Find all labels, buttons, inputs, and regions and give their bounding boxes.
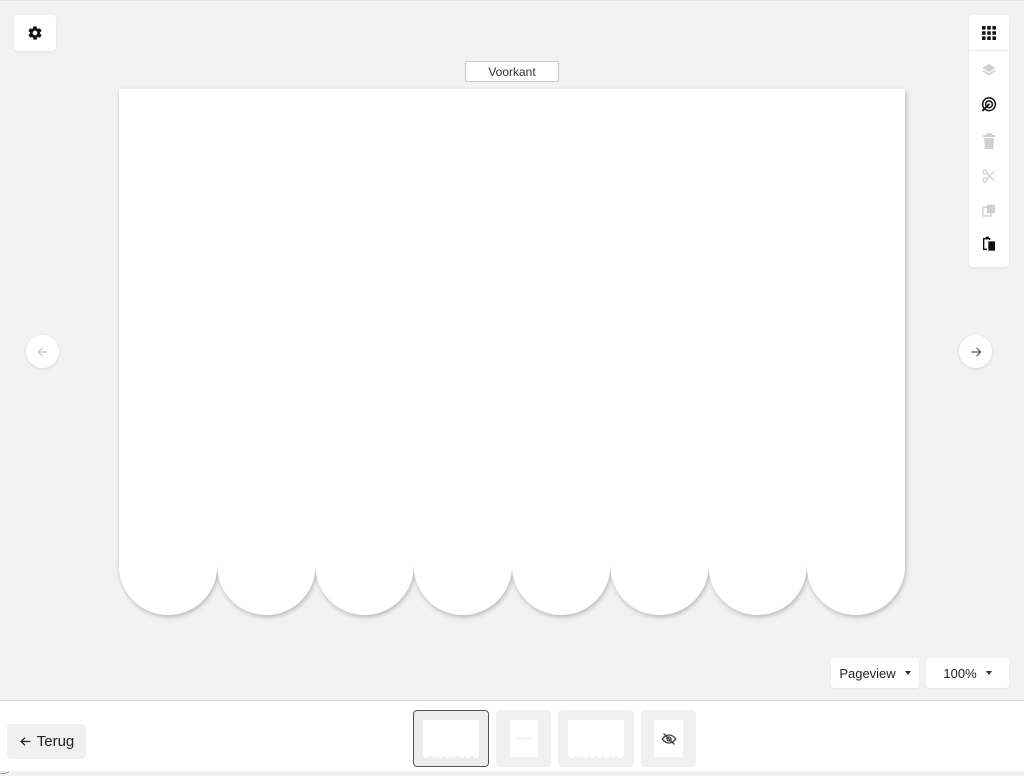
delete-tool-button[interactable] [969,124,1009,158]
copy-icon [982,204,995,217]
scallop-card-shape [119,89,905,615]
hidden-page-box [654,720,683,757]
paste-icon [983,236,995,251]
editor-workspace: Voorkant Pageview 100% [0,0,1024,700]
next-page-button[interactable] [959,335,992,368]
copy-tool-button[interactable] [969,193,1009,227]
page-thumbnail-2[interactable] [496,710,551,767]
back-label: Terug [36,733,75,750]
plain-card-thumbnail [509,720,538,757]
page-navigator-bar: Terug [0,700,1024,771]
zoom-dropdown[interactable]: 100% [926,658,1009,688]
arrow-left-icon [37,347,48,356]
toolbar-divider [969,50,1009,51]
eye-off-icon [661,732,676,745]
trash-icon [983,133,995,149]
pageview-label: Pageview [839,665,896,681]
zoom-label: 100% [943,665,977,681]
target-tool-button[interactable] [969,88,1009,122]
pageview-dropdown[interactable]: Pageview [831,658,919,688]
grid-tool-button[interactable] [969,16,1009,50]
thumbnail-card-surface [568,719,624,758]
gear-icon [28,26,42,40]
page-thumbnail-3[interactable] [558,710,634,767]
grid-icon [982,26,996,40]
card-canvas[interactable] [119,89,905,615]
page-thumbnail-1[interactable] [413,710,489,767]
caret-down-icon [985,671,992,675]
back-button[interactable]: Terug [7,724,86,759]
page-side-label: Voorkant [465,61,559,82]
settings-button[interactable] [14,15,56,51]
arrow-right-icon [970,347,981,356]
scallop-card-thumbnail [568,719,624,758]
card-surface [119,89,905,615]
tool-palette [969,15,1009,267]
scallop-card-thumbnail [423,719,479,758]
caret-down-icon [904,671,911,675]
layers-tool-button[interactable] [969,53,1009,87]
cut-tool-button[interactable] [969,159,1009,193]
paste-tool-button[interactable] [969,227,1009,261]
thumbnail-card-surface [423,719,479,758]
layers-icon [982,64,996,76]
previous-page-button[interactable] [26,335,59,368]
arrow-left-icon [19,737,31,746]
page-thumbnail-4[interactable] [641,710,696,767]
scissors-icon [982,169,995,183]
target-icon [981,97,997,112]
